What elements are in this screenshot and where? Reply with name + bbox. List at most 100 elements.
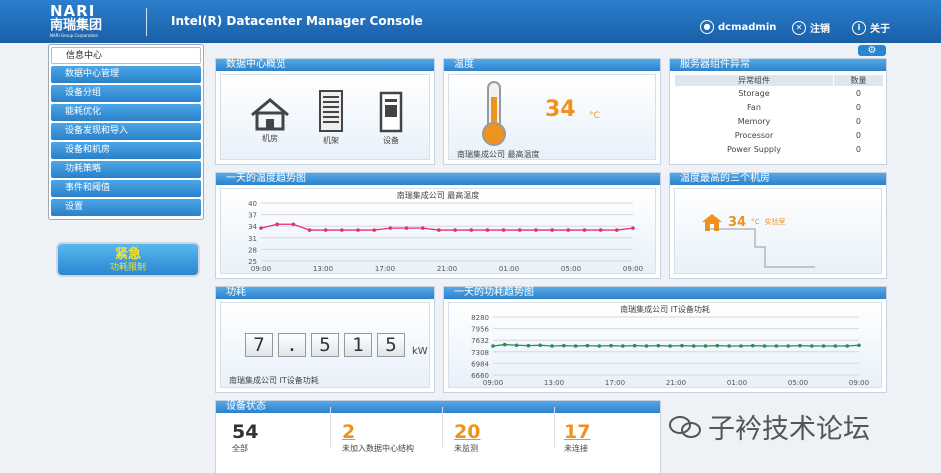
user-menu[interactable]: ● dcmadmin: [700, 20, 776, 34]
data-point[interactable]: [437, 228, 441, 232]
sidebar-item-device-discovery[interactable]: 设备发现和导入: [51, 123, 201, 140]
data-point[interactable]: [774, 344, 779, 348]
sidebar-item-power-policy[interactable]: 功耗策略: [51, 161, 201, 178]
x-tick-label: 01:00: [727, 379, 747, 387]
table-row[interactable]: Fan 0: [675, 101, 884, 115]
sidebar-item-info-center[interactable]: 信息中心: [51, 47, 201, 64]
status-all[interactable]: 54 全部: [232, 421, 258, 454]
sidebar-item-settings[interactable]: 设置: [51, 199, 201, 216]
data-point[interactable]: [566, 228, 571, 232]
about-link[interactable]: i 关于: [852, 20, 890, 35]
nari-logo: NARI 南瑞集团 NARI Group Corporation: [50, 4, 120, 39]
data-point[interactable]: [517, 228, 522, 232]
max-temperature-unit: °C: [589, 111, 600, 121]
component-anomaly-panel: 服务器组件异常 异常组件 数量 Storage 0 Fan 0 Memory 0 Pr…: [669, 58, 887, 165]
logout-label: 注销: [810, 24, 830, 35]
data-point[interactable]: [538, 343, 543, 348]
data-point[interactable]: [598, 228, 603, 232]
data-point[interactable]: [727, 344, 731, 348]
data-point[interactable]: [798, 343, 802, 348]
table-row[interactable]: Memory 0: [675, 115, 884, 129]
logo-cn: 南瑞集团: [50, 18, 103, 33]
data-point[interactable]: [503, 342, 507, 347]
data-point[interactable]: [534, 228, 538, 232]
data-point[interactable]: [275, 222, 279, 227]
temperature-trend-body: 南瑞集成公司 最高温度 25 28 31 34 37 40 09:00 13:00 17:00 2…: [220, 188, 656, 274]
status-unmonitored[interactable]: 20 未监测: [454, 421, 480, 454]
table-row[interactable]: Processor 0: [675, 129, 884, 143]
status-all-count: 54: [232, 421, 259, 443]
temperature-trend-panel: 一天的温度趋势图 南瑞集成公司 最高温度 25 28 31 34 37 40 09:00 13…: [215, 172, 661, 279]
data-point[interactable]: [323, 228, 328, 232]
component-count: 0: [855, 145, 862, 154]
x-tick-label: 05:00: [561, 265, 581, 273]
data-point[interactable]: [845, 344, 849, 348]
data-point[interactable]: [597, 344, 602, 348]
logout-link[interactable]: ✕ 注销: [792, 20, 830, 35]
data-point[interactable]: [615, 228, 619, 232]
data-point[interactable]: [857, 343, 861, 348]
data-point[interactable]: [550, 228, 554, 232]
data-point[interactable]: [691, 344, 696, 348]
sidebar-item-energy-optimization[interactable]: 能耗优化: [51, 104, 201, 121]
overview-devices[interactable]: 设备: [371, 91, 411, 146]
sidebar-item-device-groups[interactable]: 设备分组: [51, 85, 201, 102]
overview-racks[interactable]: 机架: [311, 89, 351, 146]
data-point[interactable]: [762, 344, 767, 348]
thermometer-icon: [482, 81, 506, 146]
status-disconnected-count: 17: [564, 421, 591, 443]
data-point[interactable]: [501, 228, 506, 232]
data-point[interactable]: [469, 228, 474, 232]
data-point[interactable]: [485, 228, 490, 232]
data-point[interactable]: [621, 344, 625, 348]
data-point[interactable]: [656, 343, 661, 348]
data-point[interactable]: [609, 343, 613, 348]
status-not-in-structure[interactable]: 2 未加入数据中心结构: [342, 421, 414, 454]
data-point[interactable]: [809, 344, 814, 348]
data-point[interactable]: [632, 343, 637, 348]
sidebar-item-dc-management[interactable]: 数据中心管理: [51, 66, 201, 83]
data-point[interactable]: [715, 343, 720, 348]
data-point[interactable]: [491, 344, 495, 348]
data-point[interactable]: [644, 344, 649, 348]
data-point[interactable]: [453, 228, 457, 232]
data-point[interactable]: [786, 344, 790, 348]
data-point[interactable]: [703, 344, 708, 348]
data-point[interactable]: [585, 343, 590, 348]
x-tick-label: 13:00: [544, 379, 564, 387]
emergency-power-cap-button[interactable]: 紧急 功耗限制: [56, 242, 200, 277]
data-point[interactable]: [550, 344, 554, 348]
data-point[interactable]: [582, 228, 587, 232]
data-point[interactable]: [420, 226, 425, 230]
table-row[interactable]: Power Supply 0: [675, 143, 884, 157]
overview-rooms[interactable]: 机房: [245, 97, 295, 144]
data-point[interactable]: [307, 228, 312, 232]
data-point[interactable]: [631, 226, 635, 230]
data-point[interactable]: [821, 344, 826, 348]
data-point[interactable]: [340, 228, 344, 232]
data-point[interactable]: [680, 343, 684, 348]
dashboard-settings-button[interactable]: ⚙: [858, 45, 886, 56]
x-tick-label: 21:00: [666, 379, 686, 387]
status-disconnected[interactable]: 17 未连接: [564, 421, 590, 454]
table-row[interactable]: Storage 0: [675, 87, 884, 101]
y-tick-label: 8280: [471, 314, 489, 322]
data-point[interactable]: [739, 344, 743, 348]
data-point[interactable]: [372, 228, 377, 232]
data-point[interactable]: [404, 226, 409, 230]
x-tick-label: 09:00: [623, 265, 643, 273]
data-point[interactable]: [562, 343, 566, 348]
sidebar-item-devices-rooms[interactable]: 设备和机房: [51, 142, 201, 159]
data-point[interactable]: [750, 343, 755, 348]
data-point[interactable]: [514, 343, 519, 348]
data-point[interactable]: [388, 226, 393, 230]
x-tick-label: 17:00: [375, 265, 395, 273]
data-point[interactable]: [526, 343, 531, 348]
data-point[interactable]: [573, 344, 578, 348]
data-point[interactable]: [668, 344, 672, 348]
data-point[interactable]: [259, 226, 263, 230]
sidebar-item-events-thresholds[interactable]: 事件和阈值: [51, 180, 201, 197]
data-point[interactable]: [356, 228, 360, 232]
data-point[interactable]: [833, 344, 838, 348]
data-point[interactable]: [291, 222, 296, 227]
